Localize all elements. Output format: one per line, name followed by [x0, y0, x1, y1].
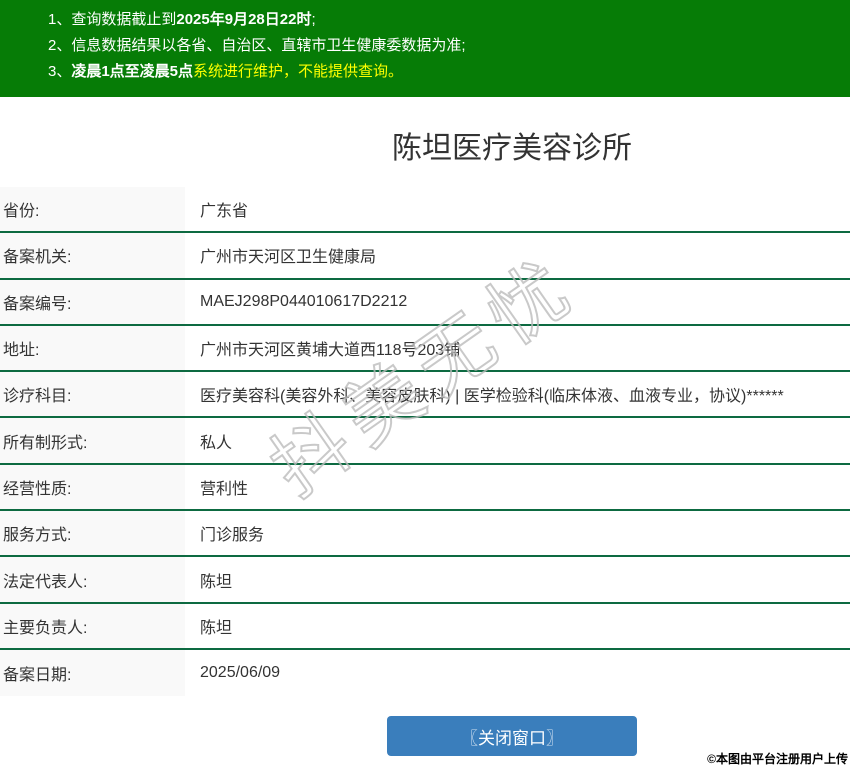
notice-text: 信息数据结果以各省、自治区、直辖市卫生健康委数据为准; [71, 37, 466, 54]
info-table: 省份: 广东省 备案机关: 广州市天河区卫生健康局 备案编号: MAEJ298P04401… [0, 187, 850, 697]
notice-line-2: 2、信息数据结果以各省、自治区、直辖市卫生健康委数据为准; [48, 33, 850, 59]
close-window-button[interactable]: 〖关闭窗口〗 [387, 716, 637, 757]
row-value: 医疗美容科(美容外科、美容皮肤科) | 医学检验科(临床体液、血液专业，协议)*… [200, 388, 784, 406]
table-row: 服务方式: 门诊服务 [0, 511, 850, 558]
row-label: 备案日期: [0, 649, 185, 697]
table-row: 主要负责人: 陈坦 [0, 603, 850, 650]
row-label: 省份: [0, 187, 185, 232]
row-value: 私人 [200, 434, 233, 452]
row-label: 备案编号: [0, 279, 185, 324]
row-value: 广州市天河区卫生健康局 [200, 249, 377, 267]
row-label: 地址: [0, 325, 185, 371]
notice-line-number: 2、 [48, 37, 72, 54]
notice-text: 查询数据截止到 [71, 11, 177, 28]
table-row: 省份: 广东省 [0, 187, 850, 234]
row-value: 门诊服务 [200, 527, 265, 545]
table-row: 备案日期: 2025/06/09 [0, 649, 850, 697]
row-label: 法定代表人: [0, 557, 185, 602]
notice-line-number: 1、 [48, 11, 72, 28]
table-row: 备案机关: 广州市天河区卫生健康局 [0, 233, 850, 280]
row-value: MAEJ298P044010617D2212 [200, 292, 408, 310]
table-row: 备案编号: MAEJ298P044010617D2212 [0, 279, 850, 326]
notice-line-3: 3、凌晨1点至凌晨5点系统进行维护，不能提供查询。 [48, 59, 850, 85]
row-label: 诊疗科目: [0, 372, 185, 417]
notice-line-number: 3、 [48, 63, 72, 80]
notice-bold-text: 2025年9月28日22时 [176, 11, 312, 28]
registration-page: 1、查询数据截止到2025年9月28日22时; 2、信息数据结果以各省、自治区、… [0, 0, 850, 757]
row-label: 备案机关: [0, 233, 185, 278]
notice-highlight-text: 系统进行维护，不能提供查询。 [193, 63, 404, 80]
row-label: 服务方式: [0, 511, 185, 556]
row-value: 营利性 [200, 480, 249, 498]
table-row: 所有制形式: 私人 [0, 418, 850, 465]
notice-line-1: 1、查询数据截止到2025年9月28日22时; [48, 7, 850, 33]
table-row: 经营性质: 营利性 [0, 464, 850, 512]
row-label: 所有制形式: [0, 418, 185, 463]
row-value: 广东省 [200, 203, 249, 221]
row-value: 陈坦 [200, 573, 233, 591]
page-title: 陈坦医疗美容诊所 [392, 132, 632, 165]
notice-bold-text: 凌晨1点至凌晨5点 [71, 63, 194, 80]
row-value: 2025/06/09 [200, 664, 281, 682]
notice-text: ; [311, 11, 316, 28]
row-value: 陈坦 [200, 619, 233, 637]
row-label: 主要负责人: [0, 603, 185, 648]
notice-banner: 1、查询数据截止到2025年9月28日22时; 2、信息数据结果以各省、自治区、… [0, 0, 850, 97]
credit-watermark: ©本图由平台注册用户上传 [707, 752, 848, 766]
table-row: 地址: 广州市天河区黄埔大道西118号203铺 [0, 325, 850, 373]
table-row: 法定代表人: 陈坦 [0, 557, 850, 604]
row-label: 经营性质: [0, 464, 185, 510]
row-value: 广州市天河区黄埔大道西118号203铺 [200, 342, 461, 360]
table-row: 诊疗科目: 医疗美容科(美容外科、美容皮肤科) | 医学检验科(临床体液、血液专业… [0, 372, 850, 419]
